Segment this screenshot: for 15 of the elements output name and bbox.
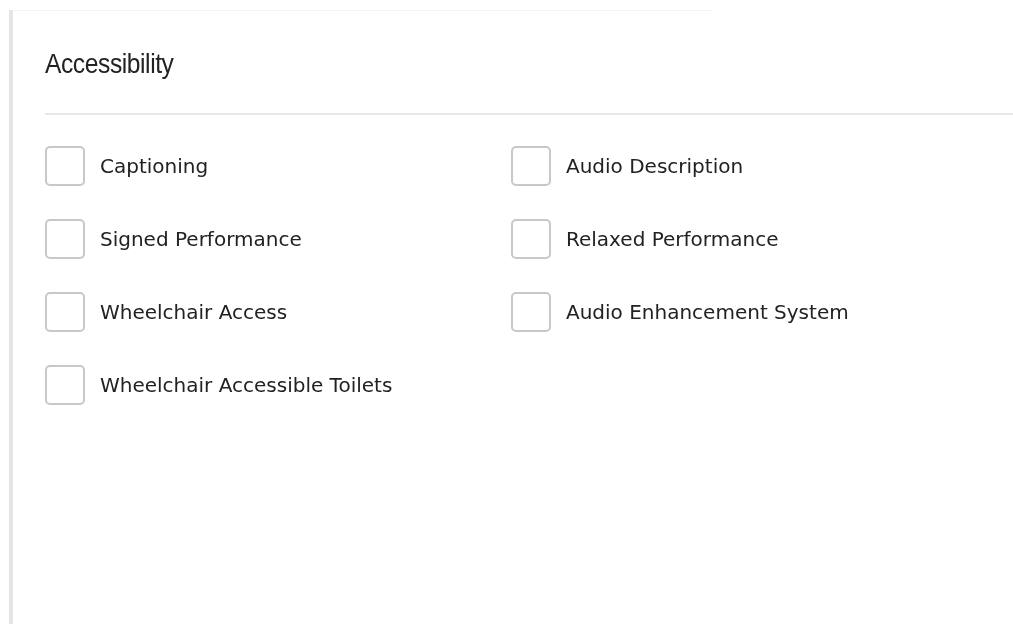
checkbox[interactable] [511, 146, 551, 186]
option-label: Audio Enhancement System [566, 299, 849, 326]
option-label: Wheelchair Accessible Toilets [100, 372, 393, 399]
option-label: Relaxed Performance [566, 226, 779, 253]
checkbox[interactable] [45, 292, 85, 332]
option-label: Captioning [100, 153, 209, 180]
checkbox[interactable] [45, 146, 85, 186]
checkbox[interactable] [45, 219, 85, 259]
option-label: Signed Performance [100, 226, 302, 253]
option-label: Wheelchair Access [100, 299, 288, 326]
option-label: Audio Description [566, 153, 744, 180]
dialog-title: Accessibility [45, 47, 174, 81]
checkbox[interactable] [511, 219, 551, 259]
checkbox[interactable] [45, 365, 85, 405]
checkbox[interactable] [511, 292, 551, 332]
